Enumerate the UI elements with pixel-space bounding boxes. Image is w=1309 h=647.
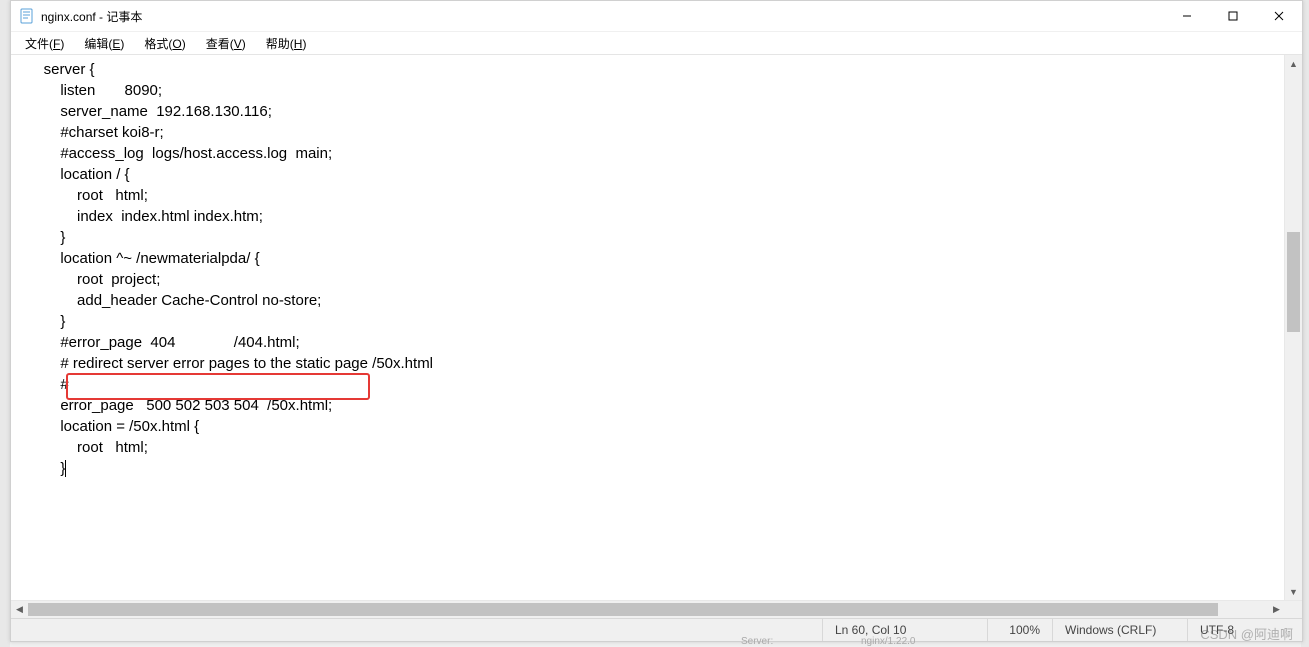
- menu-view[interactable]: 查看(V): [196, 33, 256, 54]
- scroll-left-arrow-icon[interactable]: ◀: [11, 601, 28, 618]
- vertical-scrollbar[interactable]: ▲ ▼: [1284, 55, 1302, 600]
- editor-line: # redirect server error pages to the sta…: [27, 353, 1276, 374]
- editor-line: #access_log logs/host.access.log main;: [27, 143, 1276, 164]
- background-left-strip: [0, 0, 10, 647]
- editor-area: server { listen 8090; server_name 192.16…: [11, 55, 1302, 600]
- scroll-corner: [1285, 601, 1302, 618]
- text-caret: [65, 460, 66, 477]
- menu-help[interactable]: 帮助(H): [256, 33, 317, 54]
- maximize-button[interactable]: [1210, 1, 1256, 31]
- minimize-button[interactable]: [1164, 1, 1210, 31]
- editor-line: #: [27, 374, 1276, 395]
- app-icon: [19, 8, 35, 24]
- scroll-right-arrow-icon[interactable]: ▶: [1268, 601, 1285, 618]
- horizontal-scroll-track[interactable]: [28, 601, 1268, 618]
- editor-line: #charset koi8-r;: [27, 122, 1276, 143]
- editor-line: listen 8090;: [27, 80, 1276, 101]
- editor-line: }: [27, 227, 1276, 248]
- editor-line: }: [27, 311, 1276, 332]
- text-editor[interactable]: server { listen 8090; server_name 192.16…: [11, 55, 1284, 600]
- scroll-down-arrow-icon[interactable]: ▼: [1285, 583, 1302, 600]
- menubar: 文件(F) 编辑(E) 格式(O) 查看(V) 帮助(H): [11, 32, 1302, 55]
- editor-line: index index.html index.htm;: [27, 206, 1276, 227]
- window-title: nginx.conf - 记事本: [41, 8, 142, 25]
- editor-line: }: [27, 458, 1276, 479]
- titlebar[interactable]: nginx.conf - 记事本: [11, 1, 1302, 32]
- editor-line: add_header Cache-Control no-store;: [27, 290, 1276, 311]
- editor-line: location ^~ /newmaterialpda/ {: [27, 248, 1276, 269]
- background-devtools-hint: Server: nginx/1.22.0: [10, 636, 1301, 647]
- editor-line: location = /50x.html {: [27, 416, 1276, 437]
- menu-format[interactable]: 格式(O): [134, 33, 195, 54]
- vertical-scroll-thumb[interactable]: [1287, 232, 1300, 332]
- close-button[interactable]: [1256, 1, 1302, 31]
- editor-line: server {: [27, 59, 1276, 80]
- menu-file[interactable]: 文件(F): [15, 33, 74, 54]
- notepad-window: nginx.conf - 记事本 文件(F) 编辑(E) 格式(O) 查看(V)…: [10, 0, 1303, 642]
- editor-line: #error_page 404 /404.html;: [27, 332, 1276, 353]
- editor-line: root project;: [27, 269, 1276, 290]
- editor-line: root html;: [27, 185, 1276, 206]
- editor-line: server_name 192.168.130.116;: [27, 101, 1276, 122]
- horizontal-scrollbar[interactable]: ◀ ▶: [11, 600, 1302, 618]
- editor-line: location / {: [27, 164, 1276, 185]
- menu-edit[interactable]: 编辑(E): [74, 33, 134, 54]
- scroll-up-arrow-icon[interactable]: ▲: [1285, 55, 1302, 72]
- editor-line: root html;: [27, 437, 1276, 458]
- editor-line: error_page 500 502 503 504 /50x.html;: [27, 395, 1276, 416]
- horizontal-scroll-thumb[interactable]: [28, 603, 1218, 616]
